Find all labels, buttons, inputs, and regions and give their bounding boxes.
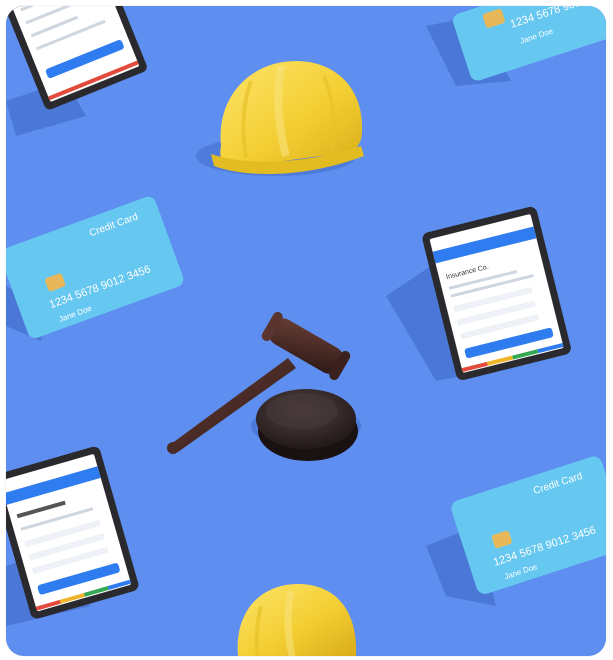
scene: 1234 5678 9012 3456 Jane Doe Credit Card… (6, 6, 606, 656)
photo-frame: 1234 5678 9012 3456 Jane Doe Credit Card… (6, 6, 606, 656)
